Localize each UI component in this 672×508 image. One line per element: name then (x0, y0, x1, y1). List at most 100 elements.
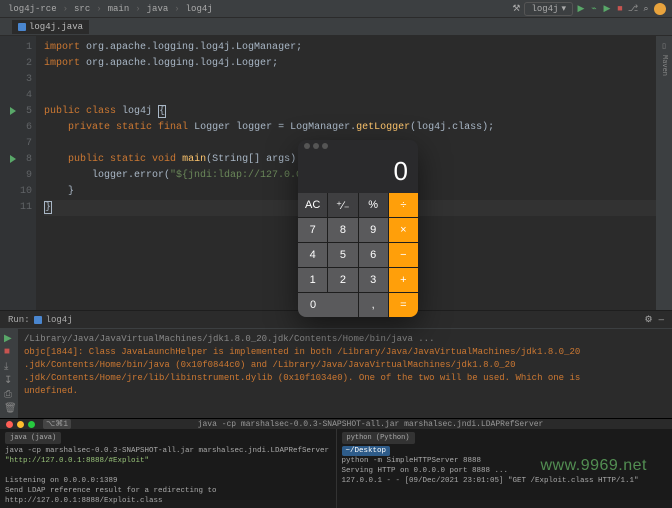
run-side-toolbar: ▶ ■ ⤓ ↧ ⎙ 🗑 (0, 329, 18, 418)
calc-2-button[interactable]: 2 (328, 268, 357, 292)
line-number: 8 (0, 152, 32, 168)
line-number: 3 (0, 72, 32, 88)
run-config-label: log4j (531, 4, 558, 14)
calc-equals-button[interactable]: = (389, 293, 418, 317)
java-file-icon (18, 23, 26, 31)
breadcrumb-item[interactable]: log4j (184, 4, 215, 14)
console-line: objc[1844]: Class JavaLaunchHelper is im… (24, 346, 666, 359)
editor-tab-label: log4j.java (29, 22, 83, 32)
calc-percent-button[interactable]: % (359, 193, 388, 217)
terminal-line: Listening on 0.0.0.0:1389 (5, 476, 331, 486)
run-tool-window: Run: log4j ⚙ — ▶ ■ ⤓ ↧ ⎙ 🗑 /Library/Java… (0, 310, 672, 418)
line-gutter: 1 2 3 4 5 6 7 8 9 10 11 (0, 36, 36, 310)
line-number: 4 (0, 88, 32, 104)
breadcrumb-item[interactable]: java (145, 4, 171, 14)
chevron-down-icon: ▾ (561, 4, 566, 14)
calculator-display: 0 (298, 152, 418, 193)
stop-icon[interactable]: ■ (4, 347, 14, 357)
editor-tab-bar: log4j.java (0, 18, 672, 36)
trash-icon[interactable]: 🗑 (4, 403, 14, 413)
minimize-icon[interactable] (313, 143, 319, 149)
line-number: 1 (0, 40, 32, 56)
build-icon[interactable]: ⚒ (511, 4, 521, 14)
close-icon[interactable] (304, 143, 310, 149)
console-output[interactable]: /Library/Java/JavaVirtualMachines/jdk1.8… (18, 329, 672, 418)
calc-plus-button[interactable]: + (389, 268, 418, 292)
calc-0-button[interactable]: 0 (298, 293, 358, 317)
calc-5-button[interactable]: 5 (328, 243, 357, 267)
line-number: 10 (0, 184, 32, 200)
line-number: 9 (0, 168, 32, 184)
calc-6-button[interactable]: 6 (359, 243, 388, 267)
terminal-pane-left[interactable]: java (java) java -cp marshalsec-0.0.3-SN… (0, 429, 336, 508)
line-number: 11 (0, 200, 32, 216)
minimize-icon[interactable] (17, 421, 24, 428)
stop-icon[interactable]: ■ (615, 4, 625, 14)
calc-clear-button[interactable]: AC (298, 193, 327, 217)
terminal-tab[interactable]: python (Python) (342, 432, 415, 444)
zoom-icon[interactable] (322, 143, 328, 149)
terminal-line: ~/Desktop (342, 446, 668, 456)
calc-3-button[interactable]: 3 (359, 268, 388, 292)
editor-tab[interactable]: log4j.java (12, 20, 89, 34)
terminal-line: java -cp marshalsec-0.0.3-SNAPSHOT-all.j… (5, 446, 331, 466)
main-toolbar: log4j-rce› src› main› java› log4j ⚒ log4… (0, 0, 672, 18)
debug-icon[interactable]: ⌁ (589, 4, 599, 14)
terminal-tab[interactable]: java (java) (5, 432, 61, 444)
terminal-pane-right[interactable]: python (Python) ~/Desktop python -m Simp… (336, 429, 672, 508)
search-icon[interactable]: ⌕ (641, 4, 651, 14)
terminal-titlebar: ⌥⌘1 java -cp marshalsec-0.0.3-SNAPSHOT-a… (0, 419, 672, 429)
git-icon[interactable]: ⎇ (628, 4, 638, 14)
line-number: 7 (0, 136, 32, 152)
console-line: .jdk/Contents/Home/bin/java (0x10f0844c0… (24, 359, 666, 372)
console-line: /Library/Java/JavaVirtualMachines/jdk1.8… (24, 333, 666, 346)
run-icon[interactable]: ▶ (576, 4, 586, 14)
breadcrumb-item[interactable]: src (72, 4, 92, 14)
calc-1-button[interactable]: 1 (298, 268, 327, 292)
run-config-name: log4j (46, 315, 73, 325)
calc-sign-button[interactable]: ⁺∕₋ (328, 193, 357, 217)
terminal-line: 127.0.0.1 - - [09/Dec/2021 23:01:05] "GE… (342, 476, 668, 486)
settings-icon[interactable]: ⚙ (645, 315, 653, 325)
calc-multiply-button[interactable]: × (389, 218, 418, 242)
terminal-line: python -m SimpleHTTPServer 8888 (342, 456, 668, 466)
gutter-run-icon[interactable] (10, 155, 16, 163)
coverage-icon[interactable]: ▶ (602, 4, 612, 14)
line-number: 6 (0, 120, 32, 136)
calc-4-button[interactable]: 4 (298, 243, 327, 267)
hide-icon[interactable]: — (659, 315, 664, 325)
line-number: 5 (0, 104, 32, 120)
terminal-title: java -cp marshalsec-0.0.3-SNAPSHOT-all.j… (75, 420, 666, 429)
calculator-titlebar[interactable] (298, 140, 418, 152)
calc-minus-button[interactable]: − (389, 243, 418, 267)
calc-9-button[interactable]: 9 (359, 218, 388, 242)
close-icon[interactable] (6, 421, 13, 428)
terminal-window: ⌥⌘1 java -cp marshalsec-0.0.3-SNAPSHOT-a… (0, 418, 672, 500)
breadcrumb-item[interactable]: log4j-rce (6, 4, 59, 14)
gutter-run-icon[interactable] (10, 107, 16, 115)
run-config-dropdown[interactable]: log4j ▾ (524, 2, 573, 16)
java-file-icon (34, 316, 42, 324)
scroll-icon[interactable]: ↧ (4, 375, 14, 385)
calculator-window[interactable]: 0 AC ⁺∕₋ % ÷ 7 8 9 × 4 5 6 − 1 2 3 + 0 ,… (298, 140, 418, 317)
breadcrumb-item[interactable]: main (106, 4, 132, 14)
bookmarks-icon[interactable]: ▯ (662, 42, 666, 51)
line-number: 2 (0, 56, 32, 72)
terminal-line: Send LDAP reference result for a redirec… (5, 486, 331, 506)
console-line: undefined. (24, 385, 666, 398)
terminal-line: Serving HTTP on 0.0.0.0 port 8888 ... (342, 466, 668, 476)
right-tool-strip: ▯ Maven (656, 36, 672, 310)
calc-8-button[interactable]: 8 (328, 218, 357, 242)
zoom-icon[interactable] (28, 421, 35, 428)
calc-7-button[interactable]: 7 (298, 218, 327, 242)
calc-divide-button[interactable]: ÷ (389, 193, 418, 217)
exit-icon[interactable]: ⤓ (4, 361, 14, 371)
console-line: .jdk/Contents/Home/jre/lib/libinstrument… (24, 372, 666, 385)
calculator-keypad: AC ⁺∕₋ % ÷ 7 8 9 × 4 5 6 − 1 2 3 + 0 , = (298, 193, 418, 317)
maven-tab-icon[interactable]: Maven (660, 55, 668, 76)
avatar[interactable] (654, 3, 666, 15)
shell-badge: ⌥⌘1 (43, 419, 71, 429)
calc-decimal-button[interactable]: , (359, 293, 388, 317)
rerun-icon[interactable]: ▶ (4, 333, 14, 343)
print-icon[interactable]: ⎙ (4, 389, 14, 399)
